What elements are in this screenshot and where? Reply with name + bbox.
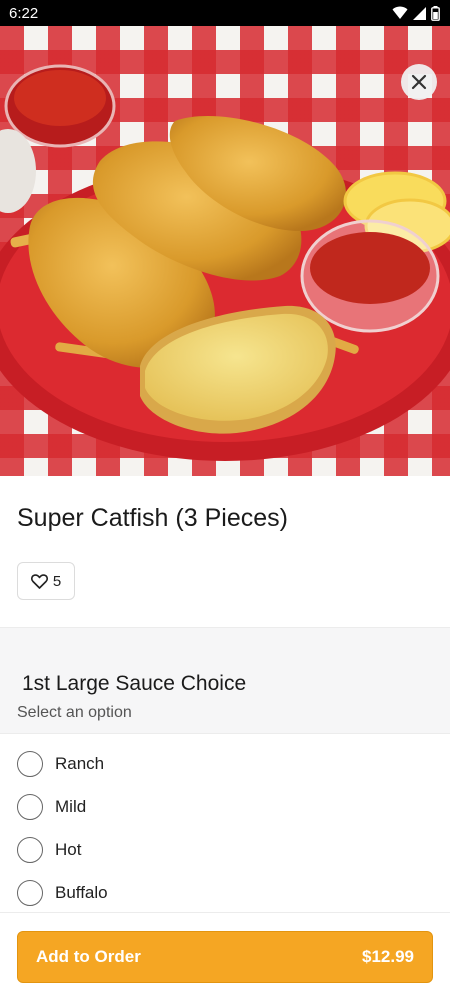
add-to-order-label: Add to Order [36, 947, 141, 966]
option-label: Hot [55, 839, 82, 859]
close-button[interactable] [401, 64, 437, 100]
radio-button[interactable] [17, 750, 43, 777]
section-subtitle: Select an option [17, 704, 132, 721]
option-label: Buffalo [55, 882, 108, 902]
sauce-options-list: Ranch Mild Hot Buffalo [0, 742, 450, 914]
option-mild[interactable]: Mild [0, 785, 450, 828]
like-button[interactable]: 5 [17, 562, 75, 600]
status-icons [392, 5, 440, 21]
close-icon [411, 74, 427, 90]
heart-outline-icon [30, 573, 48, 589]
food-illustration [0, 64, 450, 461]
wifi-icon [392, 6, 408, 19]
item-photo [0, 26, 450, 476]
divider [0, 912, 450, 913]
add-to-order-button[interactable]: Add to Order $12.99 [17, 931, 433, 983]
option-label: Ranch [55, 753, 105, 773]
option-hot[interactable]: Hot [0, 828, 450, 871]
option-label: Mild [55, 796, 87, 816]
status-time: 6:22 [9, 4, 39, 22]
sauce-section-header: 1st Large Sauce Choice Select an option [0, 627, 450, 734]
order-price: $12.99 [362, 947, 414, 966]
like-count: 5 [52, 572, 62, 590]
radio-button[interactable] [17, 879, 43, 906]
option-ranch[interactable]: Ranch [0, 742, 450, 785]
battery-icon [431, 5, 440, 21]
radio-button[interactable] [17, 836, 43, 863]
option-buffalo[interactable]: Buffalo [0, 871, 450, 914]
item-title: Super Catfish (3 Pieces) [17, 504, 288, 532]
cell-signal-icon [413, 6, 426, 20]
status-bar: 6:22 [0, 0, 450, 26]
section-title: 1st Large Sauce Choice [22, 672, 247, 695]
radio-button[interactable] [17, 793, 43, 820]
